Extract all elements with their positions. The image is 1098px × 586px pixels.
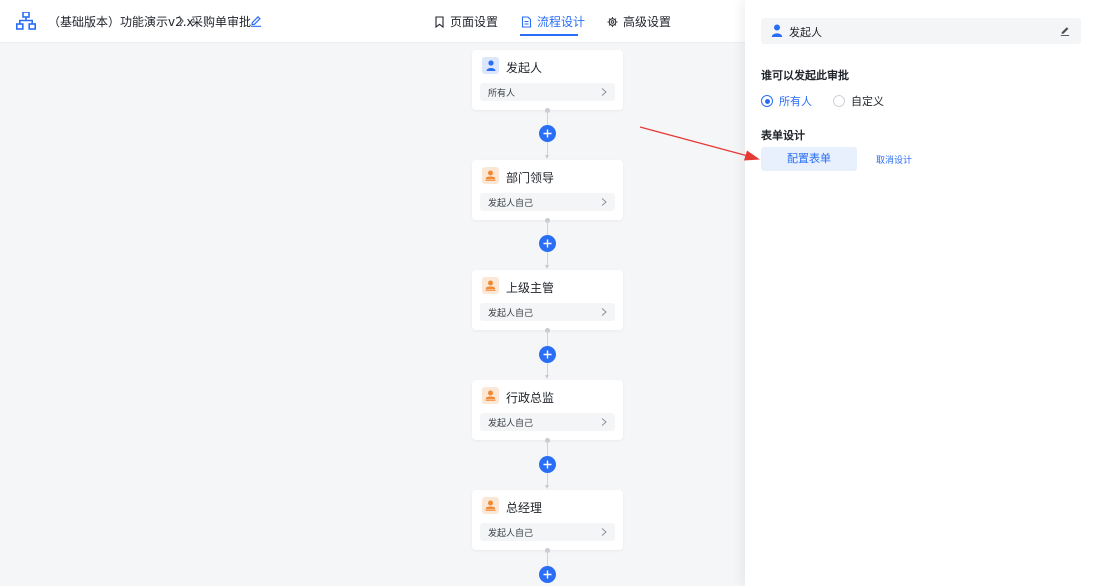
connector-arrow [545, 485, 549, 489]
add-node-button[interactable] [539, 235, 556, 252]
node-assignee[interactable]: 发起人自己 [480, 303, 615, 321]
flow-node-initiator[interactable]: 发起人 所有人 [472, 50, 623, 110]
user-icon [771, 24, 783, 37]
tab-flow-design[interactable]: 流程设计 [521, 13, 585, 30]
radio-circle [833, 95, 845, 107]
node-title: 发起人 [506, 61, 543, 75]
node-title: 行政总监 [506, 391, 555, 405]
user-icon [482, 57, 499, 74]
bookmark-icon [435, 15, 444, 28]
node-assignee-label: 所有人 [488, 89, 516, 99]
edit-icon[interactable] [250, 15, 262, 27]
radio-custom[interactable]: 自定义 [833, 93, 884, 109]
flow-node-supervisor[interactable]: 上级主管 发起人自己 [472, 270, 623, 330]
approver-icon [482, 387, 499, 404]
plus-icon [543, 239, 552, 248]
chevron-right-icon [601, 528, 607, 536]
tab-label: 流程设计 [537, 15, 586, 29]
panel-title-bar: 发起人 [761, 18, 1081, 44]
node-assignee[interactable]: 所有人 [480, 83, 615, 101]
plus-icon [543, 129, 552, 138]
radio-label: 所有人 [779, 95, 812, 108]
chevron-right-icon [601, 308, 607, 316]
node-settings-panel: 发起人 谁可以发起此审批 所有人 自定义 表单设计 配置表单 取消设计 [745, 0, 1098, 586]
gear-icon [607, 16, 618, 27]
plus-icon [543, 460, 552, 469]
cancel-design-link[interactable]: 取消设计 [876, 153, 912, 166]
flow-node-admin-director[interactable]: 行政总监 发起人自己 [472, 380, 623, 440]
chevron-right-icon [601, 418, 607, 426]
plus-icon [543, 570, 552, 579]
panel-title: 发起人 [789, 26, 822, 39]
connector-arrow [545, 265, 549, 269]
tab-advanced-settings[interactable]: 高级设置 [607, 13, 671, 30]
node-assignee[interactable]: 发起人自己 [480, 193, 615, 211]
org-chart-icon [16, 12, 36, 30]
approver-icon [482, 497, 499, 514]
breadcrumb-app[interactable]: （基础版本）功能演示v2.x [48, 13, 194, 30]
approver-icon [482, 277, 499, 294]
node-assignee[interactable]: 发起人自己 [480, 523, 615, 541]
node-title: 总经理 [506, 501, 543, 515]
configure-form-button[interactable]: 配置表单 [761, 147, 857, 171]
flow-node-general-manager[interactable]: 总经理 发起人自己 [472, 490, 623, 550]
add-node-button[interactable] [539, 125, 556, 142]
add-node-button[interactable] [539, 566, 556, 583]
node-assignee-label: 发起人自己 [488, 309, 534, 319]
add-node-button[interactable] [539, 456, 556, 473]
flow-node-dept-leader[interactable]: 部门领导 发起人自己 [472, 160, 623, 220]
chevron-right-icon [601, 198, 607, 206]
plus-icon [543, 350, 552, 359]
connector-arrow [545, 155, 549, 159]
tab-label: 页面设置 [450, 15, 499, 29]
radio-label: 自定义 [851, 95, 884, 108]
chevron-right-icon [601, 88, 607, 96]
radio-circle [761, 95, 773, 107]
approver-icon [482, 167, 499, 184]
radio-everyone[interactable]: 所有人 [761, 93, 812, 109]
form-design-label: 表单设计 [761, 129, 805, 142]
node-assignee-label: 发起人自己 [488, 419, 534, 429]
node-assignee-label: 发起人自己 [488, 529, 534, 539]
node-assignee[interactable]: 发起人自己 [480, 413, 615, 431]
node-assignee-label: 发起人自己 [488, 199, 534, 209]
edit-icon[interactable] [1060, 26, 1070, 36]
tab-page-settings[interactable]: 页面设置 [434, 13, 498, 30]
breadcrumb-page: 采购单审批 [191, 15, 252, 29]
active-tab-indicator [520, 34, 578, 36]
add-node-button[interactable] [539, 346, 556, 363]
document-icon [521, 15, 532, 28]
node-title: 上级主管 [506, 281, 555, 295]
who-can-initiate-label: 谁可以发起此审批 [761, 69, 849, 82]
node-title: 部门领导 [506, 171, 555, 185]
tab-label: 高级设置 [623, 15, 672, 29]
connector-arrow [545, 375, 549, 379]
chevron-right-icon [178, 15, 184, 27]
